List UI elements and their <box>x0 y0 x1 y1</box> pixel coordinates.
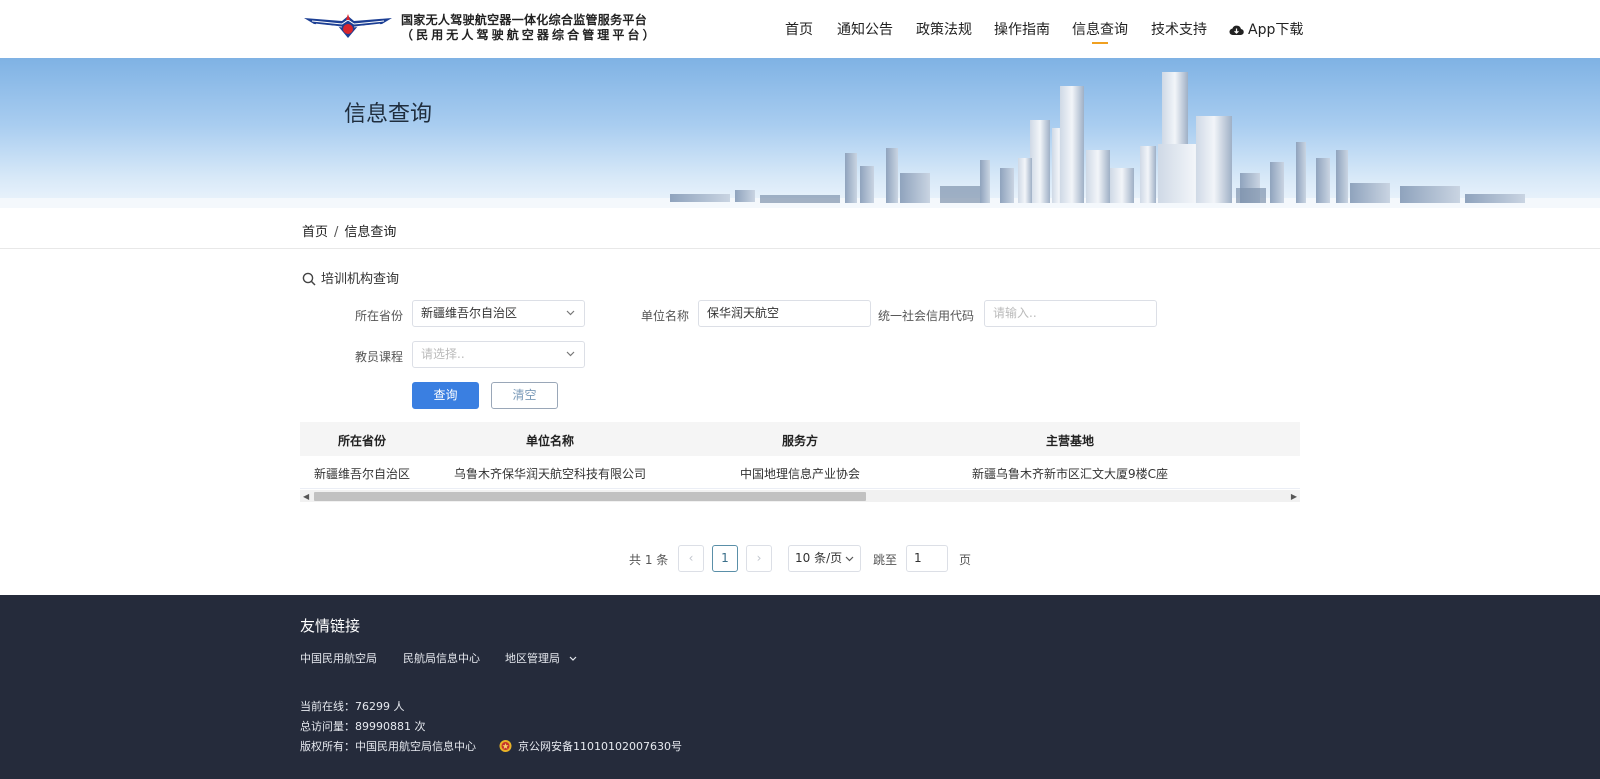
visit-count: 总访问量：89990881 次 <box>300 720 426 733</box>
nav-info-query[interactable]: 信息查询 <box>1072 19 1128 44</box>
course-label: 教员课程 <box>354 350 403 364</box>
org-name-input[interactable]: 保华润天航空 <box>698 300 871 327</box>
total-count: 共 1 条 <box>629 553 669 567</box>
jump-label: 跳至 <box>873 553 898 567</box>
province-select[interactable]: 新疆维吾尔自治区 <box>412 300 585 327</box>
jump-page-input[interactable]: 1 <box>906 545 948 572</box>
breadcrumb-divider <box>0 248 1600 249</box>
credit-code-input[interactable]: 请输入.. <box>984 300 1157 327</box>
link-caac-info-center[interactable]: 民航局信息中心 <box>403 650 480 666</box>
pagination: 共 1 条 ‹ 1 › 10 条/页 跳至 1 页 <box>0 545 1600 573</box>
banner-title: 信息查询 <box>344 102 433 127</box>
nav-guide[interactable]: 操作指南 <box>994 19 1050 39</box>
scroll-right-icon[interactable]: ▶ <box>1291 492 1297 501</box>
province-select-value: 新疆维吾尔自治区 <box>421 306 518 320</box>
city-skyline-image <box>0 72 1600 208</box>
nav-support[interactable]: 技术支持 <box>1151 19 1207 39</box>
page-footer: 友情链接 中国民用航空局 民航局信息中心 地区管理局 当前在线：76299 人 … <box>0 595 1600 779</box>
next-page-button[interactable]: › <box>746 545 772 572</box>
clear-button[interactable]: 清空 <box>491 382 558 409</box>
cell-province: 新疆维吾尔自治区 <box>313 467 410 481</box>
police-badge-icon <box>499 740 512 752</box>
province-label: 所在省份 <box>354 309 403 323</box>
copyright-line: 版权所有：中国民用航空局信息中心 京公网安备11010102007630号 <box>300 738 682 754</box>
scroll-left-icon[interactable]: ◀ <box>303 492 309 501</box>
main-nav: 首页 通知公告 政策法规 操作指南 信息查询 技术支持 <box>0 19 1600 44</box>
top-header: 国家无人驾驶航空器一体化综合监管服务平台 （民用无人驾驶航空器综合管理平台） 首… <box>0 0 1600 58</box>
friend-links-title: 友情链接 <box>300 617 361 635</box>
search-section-label: 培训机构查询 <box>321 272 400 287</box>
cell-service: 中国地理信息产业协会 <box>739 467 860 481</box>
prev-page-button[interactable]: ‹ <box>678 545 704 572</box>
page-size-select[interactable]: 10 条/页 <box>788 545 861 572</box>
chevron-down-icon <box>569 656 576 661</box>
org-name-label: 单位名称 <box>640 309 689 323</box>
breadcrumb-home[interactable]: 首页 <box>302 225 328 240</box>
credit-code-label: 统一社会信用代码 <box>877 309 974 323</box>
app-download-label: App下载 <box>1248 22 1304 38</box>
column-header-org-name: 单位名称 <box>525 434 574 448</box>
nav-policies[interactable]: 政策法规 <box>916 19 972 39</box>
page-number[interactable]: 1 <box>712 545 738 572</box>
horizontal-scrollbar[interactable]: ◀ ▶ <box>300 490 1300 502</box>
search-icon <box>302 272 316 286</box>
page-size-value: 10 条/页 <box>795 551 843 565</box>
breadcrumb-current: 信息查询 <box>344 225 397 240</box>
chevron-down-icon <box>845 556 854 562</box>
cell-base: 新疆乌鲁木齐新市区汇文大厦9楼C座 <box>971 467 1168 481</box>
chevron-down-icon <box>566 310 575 316</box>
course-select-placeholder: 请选择.. <box>421 347 465 361</box>
breadcrumb-separator: / <box>334 225 339 240</box>
cell-org-name: 乌鲁木齐保华润天航空科技有限公司 <box>453 467 646 481</box>
query-button[interactable]: 查询 <box>412 382 479 409</box>
chevron-down-icon <box>566 351 575 357</box>
nav-home[interactable]: 首页 <box>785 19 813 39</box>
course-select[interactable]: 请选择.. <box>412 341 585 368</box>
table-row[interactable]: 新疆维吾尔自治区 乌鲁木齐保华润天航空科技有限公司 中国地理信息产业协会 新疆乌… <box>300 456 1300 489</box>
nav-notices[interactable]: 通知公告 <box>837 19 893 39</box>
scrollbar-thumb[interactable] <box>314 492 866 501</box>
regional-bureaus-label: 地区管理局 <box>505 652 560 665</box>
link-caac[interactable]: 中国民用航空局 <box>300 650 377 666</box>
regional-bureaus-dropdown[interactable]: 地区管理局 <box>505 650 577 666</box>
table-header: 所在省份 单位名称 服务方 主营基地 <box>300 422 1300 456</box>
breadcrumb: 首页 / 信息查询 <box>302 221 396 240</box>
app-download-link[interactable]: App下载 <box>1229 19 1303 39</box>
column-header-province: 所在省份 <box>337 434 386 448</box>
page-banner: 信息查询 <box>0 58 1600 208</box>
online-count: 当前在线：76299 人 <box>300 700 405 713</box>
page-unit-label: 页 <box>959 553 972 567</box>
copyright-text: 版权所有：中国民用航空局信息中心 <box>300 740 476 753</box>
search-section-title: 培训机构查询 <box>302 268 399 287</box>
column-header-service: 服务方 <box>781 434 818 448</box>
cloud-download-icon <box>1229 25 1244 36</box>
column-header-base: 主营基地 <box>1045 434 1094 448</box>
icp-record-link[interactable]: 京公网安备11010102007630号 <box>518 740 682 753</box>
